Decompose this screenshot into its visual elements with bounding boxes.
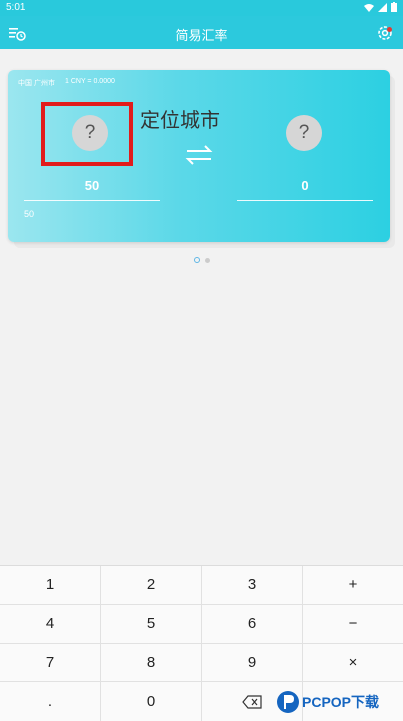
source-underline <box>24 200 160 201</box>
rate-label: 1 CNY = 0.0000 <box>65 78 115 85</box>
key-9[interactable]: 9 <box>202 643 303 682</box>
key-5[interactable]: 5 <box>101 604 202 643</box>
target-amount[interactable]: 0 <box>237 178 373 193</box>
keypad-row: 7 8 9 × <box>0 643 403 683</box>
page-title: 简易汇率 <box>175 28 228 43</box>
page-dot[interactable] <box>205 257 210 263</box>
source-amount[interactable]: 50 <box>24 178 160 193</box>
swap-icon[interactable] <box>184 143 214 167</box>
key-4[interactable]: 4 <box>0 604 101 643</box>
page-dot-active[interactable] <box>194 257 200 263</box>
highlight-box <box>41 102 133 166</box>
status-icons <box>364 2 397 12</box>
app-bar: 简易汇率 <box>0 16 403 49</box>
watermark-text: PCPOP下载 <box>302 694 379 710</box>
source-subvalue: 50 <box>24 209 35 219</box>
keypad-row: 4 5 6 − <box>0 604 403 644</box>
location-label: 中国 广州市 <box>18 80 55 87</box>
target-underline <box>237 200 373 201</box>
signal-icon <box>378 2 387 12</box>
locate-city-button[interactable]: 定位城市 <box>140 104 220 133</box>
battery-icon <box>391 2 397 12</box>
key-7[interactable]: 7 <box>0 643 101 682</box>
gear-icon <box>378 26 392 40</box>
key-8[interactable]: 8 <box>101 643 202 682</box>
key-3[interactable]: 3 <box>202 566 303 604</box>
backspace-icon <box>242 695 262 709</box>
keypad-row: 1 2 3 + <box>0 566 403 605</box>
pcpop-watermark-logo: PCPOP下载 <box>277 691 379 713</box>
notification-dot <box>387 27 392 32</box>
key-6[interactable]: 6 <box>202 604 303 643</box>
page-indicator <box>194 257 210 263</box>
target-currency-flag[interactable]: ? <box>286 115 322 151</box>
exchange-card: 中国 广州市 1 CNY = 0.0000 ? 定位城市 ? 50 0 50 <box>8 70 390 242</box>
settings-button[interactable] <box>375 23 395 43</box>
key-2[interactable]: 2 <box>101 566 202 604</box>
wifi-icon <box>364 3 374 12</box>
status-time: 5:01 <box>6 2 26 13</box>
status-bar: 5:01 <box>0 0 403 16</box>
key-decimal[interactable]: . <box>0 682 101 721</box>
key-0[interactable]: 0 <box>101 682 202 721</box>
key-minus[interactable]: − <box>303 605 403 643</box>
key-plus[interactable]: + <box>303 566 403 604</box>
key-multiply[interactable]: × <box>303 644 403 682</box>
key-1[interactable]: 1 <box>0 566 101 604</box>
